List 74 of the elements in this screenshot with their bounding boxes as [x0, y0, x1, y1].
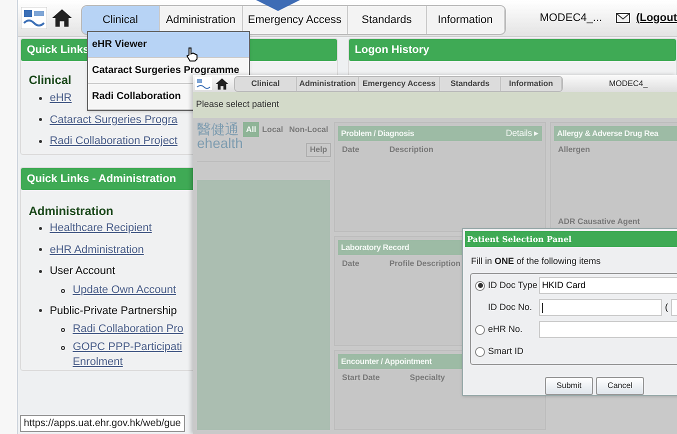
home-icon[interactable] [215, 76, 229, 90]
group-label: User Account [50, 264, 116, 279]
ehr-number-field[interactable] [539, 321, 677, 338]
column-header: Specialty [408, 372, 446, 384]
quick-link[interactable]: Update Own Account [72, 282, 176, 298]
logo-text: 醫健通 [197, 122, 240, 136]
panel-title: Encounter / Appointment [341, 356, 432, 368]
bullet-icon [38, 96, 42, 100]
bullet-icon [60, 346, 65, 350]
quick-link[interactable]: eHR Administration [50, 242, 144, 258]
menu-item[interactable]: eHR Viewer [88, 32, 249, 58]
dialog-title-bar: Patient Selection Panel [465, 231, 677, 247]
nav-tab[interactable]: Standards [440, 76, 501, 90]
quick-link[interactable]: eHR [50, 90, 72, 106]
nav-tab[interactable]: Standards [348, 6, 427, 34]
section-heading: Clinical [28, 72, 72, 89]
bullet-icon [38, 118, 42, 122]
column-header: Date [341, 144, 360, 156]
field-label: ID Doc No. [488, 300, 532, 314]
column-header: Start Date [341, 372, 381, 384]
logo-icon [20, 7, 47, 29]
column-header: ADR Causative Agent [557, 216, 641, 228]
column-header: Description [388, 144, 434, 156]
username: MODEC4_ [609, 78, 648, 90]
logo-icon [195, 77, 212, 90]
column-header: Profile Description [388, 258, 462, 270]
radio-button[interactable] [475, 324, 485, 334]
bullet-icon [38, 248, 42, 252]
paren-text: ( [665, 300, 668, 314]
mail-icon[interactable] [616, 13, 630, 23]
quick-link[interactable]: Radi Collaboration Project [50, 133, 178, 150]
column-header: Date [341, 258, 360, 270]
nav-tab[interactable]: Emergency Access [242, 6, 348, 34]
bullet-icon [38, 140, 42, 143]
quick-link[interactable]: Cataract Surgeries Progra [50, 112, 178, 128]
quick-link[interactable]: Healthcare Recipient [50, 220, 152, 236]
instruction-text: Fill in ONE of the following items [471, 255, 602, 268]
panel-title: Problem / Diagnosis [341, 128, 414, 140]
home-icon[interactable] [50, 7, 73, 29]
nav-tab[interactable]: Information [501, 76, 562, 90]
id-type-select[interactable]: HKID Card [539, 277, 677, 294]
panel-header: Logon History [348, 39, 676, 61]
quick-link[interactable]: GOPC PPP-Participati Enrolment [72, 340, 182, 370]
nav-tab[interactable]: Administration [297, 76, 359, 90]
logout-link[interactable]: (Logout [636, 10, 677, 26]
id-number-field[interactable] [539, 299, 662, 316]
bullet-icon [38, 226, 42, 230]
panel-title: Laboratory Record [341, 242, 410, 254]
bullet-icon [60, 328, 65, 332]
radio-button[interactable] [475, 346, 485, 356]
username: MODEC4_... [540, 10, 602, 26]
status-url: https://apps.uat.ehr.gov.hk/web/gue [20, 415, 185, 432]
logo-text: ehealth [197, 136, 243, 150]
bullet-icon [60, 288, 65, 292]
radio-button[interactable] [475, 280, 485, 290]
bullet-icon [38, 270, 42, 273]
section-heading: Administration [28, 203, 114, 220]
nav-tab[interactable]: Clinical [235, 76, 297, 90]
nav-tab[interactable]: Emergency Access [359, 76, 440, 90]
field-label: Smart ID [488, 344, 524, 358]
prompt-bar: Please select patient [193, 92, 677, 118]
bullet-icon [38, 309, 42, 312]
quick-link[interactable]: Radi Collaboration Pro [72, 322, 184, 337]
group-label: Public-Private Partnership [50, 304, 177, 318]
hand-cursor-icon [186, 47, 198, 62]
panel-title: Allergy & Adverse Drug Rea [557, 128, 658, 140]
column-header: Allergen [557, 144, 592, 156]
pointer-arrow [256, 0, 300, 11]
nav-tab[interactable]: Clinical [82, 6, 160, 34]
dialog-button[interactable]: Cancel [596, 376, 644, 394]
dialog-button[interactable]: Submit [545, 376, 593, 394]
nav-tab[interactable]: Information [426, 6, 505, 34]
field-label: ID Doc Type [488, 278, 538, 292]
field-label: eHR No. [488, 322, 523, 336]
